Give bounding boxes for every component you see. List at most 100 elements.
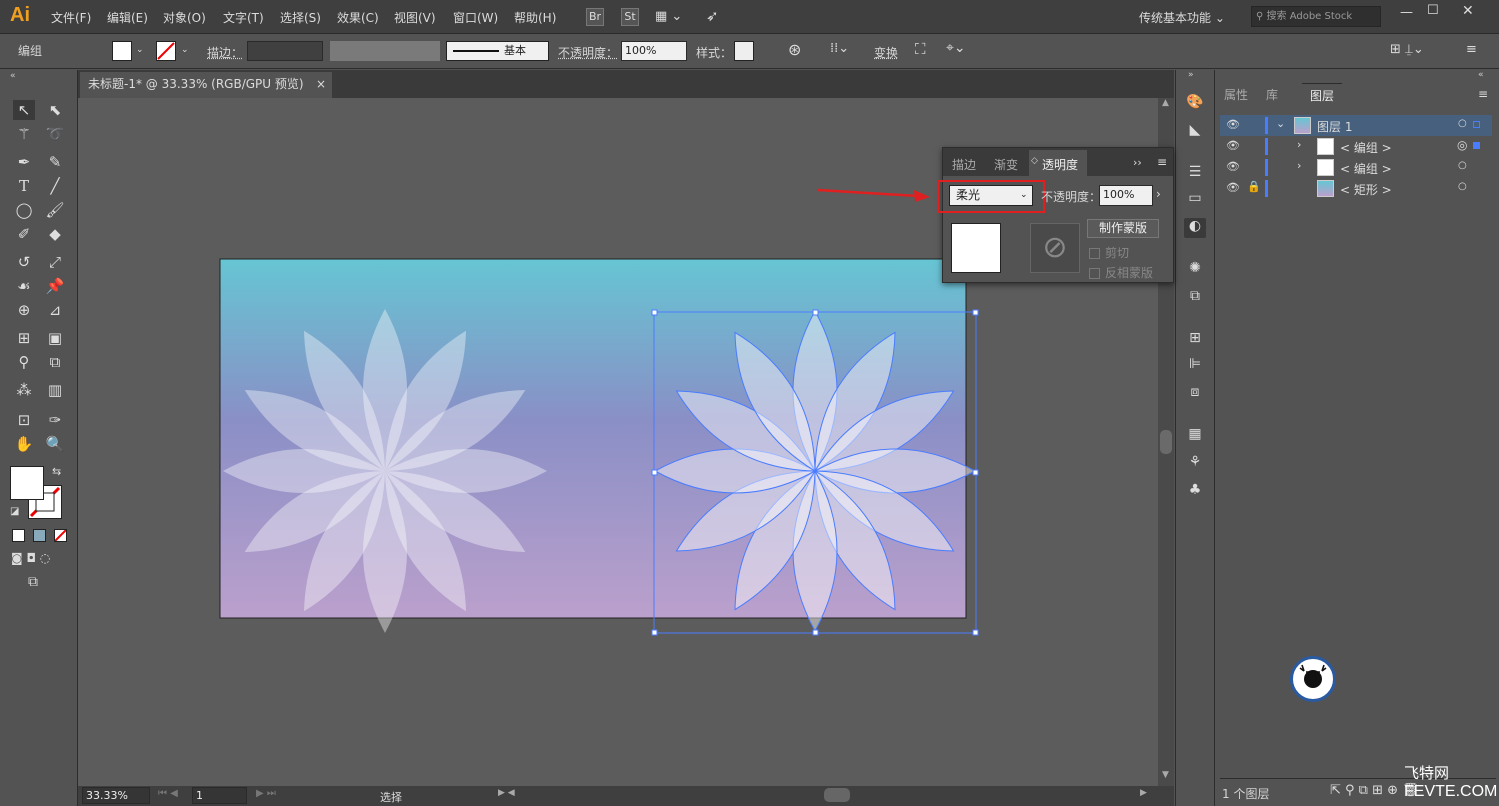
menu-help[interactable]: 帮助(H) — [514, 9, 556, 26]
shaper-tool-icon[interactable]: ✐ — [13, 224, 35, 244]
gradient-panel-icon[interactable]: ▭ — [1184, 190, 1206, 210]
color-guide-panel-icon[interactable]: ◣ — [1184, 122, 1206, 142]
stroke-swatch[interactable] — [156, 41, 176, 61]
selection-indicator[interactable] — [1473, 121, 1480, 128]
menu-edit[interactable]: 编辑(E) — [107, 9, 148, 26]
close-document-icon[interactable]: × — [316, 72, 326, 96]
pen-tool-icon[interactable]: ✒ — [13, 152, 35, 172]
curvature-tool-icon[interactable]: ✎ — [44, 152, 66, 172]
fill-dropdown-icon[interactable]: ⌄ — [136, 45, 144, 55]
expand-chevron-icon[interactable]: › — [1297, 159, 1301, 172]
column-graph-tool-icon[interactable]: ▥ — [44, 380, 66, 400]
stroke-dropdown-icon[interactable]: ⌄ — [181, 45, 189, 55]
layer-row-layer1[interactable]: 👁 ⌄ 图层 1 ○ — [1220, 115, 1492, 136]
menu-select[interactable]: 选择(S) — [280, 9, 321, 26]
clip-checkbox[interactable]: 剪切 — [1089, 244, 1129, 261]
hand-tool-icon[interactable]: ✋ — [13, 434, 35, 454]
vertical-scroll-thumb[interactable] — [1160, 430, 1172, 454]
first-artboard-icon[interactable]: ⏮ ◀ — [158, 788, 178, 799]
visibility-eye-icon[interactable]: 👁 — [1226, 181, 1240, 194]
swap-colors-icon[interactable]: ⇆ — [52, 465, 61, 478]
pathfinder-panel-icon[interactable]: ⧈ — [1184, 384, 1206, 404]
draw-mode-icons[interactable]: ◙ ◘ ◌ — [11, 551, 71, 569]
artboard-tool-icon[interactable]: ⊡ — [13, 410, 35, 430]
warp-tool-icon[interactable]: ☙ — [13, 276, 35, 296]
mesh-tool-icon[interactable]: ⊞ — [13, 328, 35, 348]
visibility-eye-icon[interactable]: 👁 — [1226, 160, 1240, 173]
recolor-artwork-icon[interactable]: ⊛ — [788, 40, 801, 59]
lasso-tool-icon[interactable]: ➰ — [44, 124, 66, 144]
shape-builder-tool-icon[interactable]: ⊕ — [13, 300, 35, 320]
perspective-grid-tool-icon[interactable]: ⊿ — [44, 300, 66, 320]
visibility-eye-icon[interactable]: 👁 — [1226, 139, 1240, 152]
appearance-panel-icon[interactable]: ✺ — [1184, 260, 1206, 280]
transform-panel-icon[interactable]: ⊞ — [1184, 330, 1206, 350]
type-tool-icon[interactable]: T — [13, 176, 35, 196]
status-menu-icon[interactable]: ▶ ◀ — [498, 788, 515, 798]
brushes-panel-icon[interactable]: ⚘ — [1184, 454, 1206, 474]
direct-selection-tool-icon[interactable]: ⬉ — [44, 100, 66, 120]
stroke-panel-icon[interactable]: ☰ — [1184, 164, 1206, 184]
opacity-input[interactable]: 100% — [621, 41, 687, 61]
expand-chevron-icon[interactable]: ⌄ — [1276, 117, 1285, 130]
stroke-weight-input[interactable] — [247, 41, 323, 61]
panel-collapse-icon[interactable]: ›› — [1133, 156, 1142, 169]
color-mode-icon[interactable] — [12, 529, 25, 542]
blend-tool-icon[interactable]: ⧉ — [44, 352, 66, 372]
object-thumbnail[interactable] — [951, 223, 1001, 273]
layer-row-group1[interactable]: 👁 › < 编组 > ◎ — [1220, 136, 1492, 157]
workspace-switcher[interactable]: 传统基本功能 ⌄ — [1139, 9, 1225, 26]
ellipse-tool-icon[interactable]: ◯ — [13, 200, 35, 220]
make-mask-button[interactable]: 制作蒙版 — [1087, 219, 1159, 238]
invert-mask-checkbox[interactable]: 反相蒙版 — [1089, 264, 1153, 281]
control-menu-icon[interactable]: ≡ — [1466, 42, 1477, 57]
lock-icon[interactable]: 🔒 — [1247, 180, 1261, 193]
blend-mode-select[interactable]: 柔光 ⌄ — [949, 185, 1033, 206]
collapse-dock-icon[interactable]: « — [1478, 70, 1484, 80]
eyedropper-tool-icon[interactable]: ⚲ — [13, 352, 35, 372]
tab-stroke[interactable]: 描边 — [952, 156, 976, 173]
stock-button[interactable]: St — [621, 8, 639, 26]
align-options-icon[interactable]: ⊞ ⍊⌄ — [1390, 42, 1424, 57]
menu-view[interactable]: 视图(V) — [394, 9, 436, 26]
puppet-warp-tool-icon[interactable]: 📌 — [44, 276, 66, 296]
scroll-up-icon[interactable]: ▲ — [1162, 98, 1169, 108]
align-to-icon[interactable]: ⁞⁞⌄ — [830, 41, 849, 56]
layer-row-rectangle[interactable]: 👁 🔒 < 矩形 > ○ — [1220, 178, 1492, 199]
selection-tool-icon[interactable]: ↖ — [13, 100, 35, 120]
document-tab[interactable]: 未标题-1* @ 33.33% (RGB/GPU 预览) × — [80, 72, 332, 98]
horizontal-scroll-thumb[interactable] — [824, 788, 850, 802]
target-icon[interactable]: ◎ — [1457, 138, 1467, 152]
bridge-button[interactable]: Br — [586, 8, 604, 26]
scroll-down-icon[interactable]: ▼ — [1162, 770, 1169, 780]
isolate-icon[interactable]: ⛶ — [915, 40, 926, 58]
zoom-field[interactable]: 33.33% — [82, 787, 150, 804]
transform-link[interactable]: 变换 — [874, 44, 898, 61]
scroll-right-icon[interactable]: ▶ — [1140, 788, 1147, 798]
transparency-opacity-input[interactable]: 100% — [1099, 185, 1153, 206]
opacity-label[interactable]: 不透明度： — [558, 44, 618, 61]
mask-placeholder-icon[interactable]: ⊘ — [1030, 223, 1080, 273]
menu-file[interactable]: 文件(F) — [51, 9, 91, 26]
stock-search-input[interactable]: ⚲ 搜索 Adobe Stock — [1251, 6, 1381, 27]
fill-swatch[interactable] — [112, 41, 132, 61]
expand-panels-icon[interactable]: » — [1188, 70, 1194, 80]
graphic-style-swatch[interactable] — [734, 41, 754, 61]
puppet-warp-icon[interactable]: ⌖⌄ — [946, 40, 966, 56]
layers-menu-icon[interactable]: ≡ — [1478, 87, 1488, 101]
last-artboard-icon[interactable]: ▶ ⏭ — [256, 788, 276, 799]
menu-type[interactable]: 文字(T) — [223, 9, 264, 26]
tab-layers[interactable]: 图层 — [1302, 83, 1343, 109]
target-icon[interactable]: ○ — [1458, 118, 1467, 129]
align-panel-icon[interactable]: ⊫ — [1184, 356, 1206, 376]
tab-gradient[interactable]: 渐变 — [994, 156, 1018, 173]
gradient-tool-icon[interactable]: ▣ — [44, 328, 66, 348]
swatches-panel-icon[interactable]: ▦ — [1184, 426, 1206, 446]
slice-tool-icon[interactable]: ✑ — [44, 410, 66, 430]
layer-name[interactable]: < 矩形 > — [1340, 181, 1392, 198]
line-tool-icon[interactable]: ╱ — [44, 176, 66, 196]
tab-transparency[interactable]: ◇ 透明度 — [1029, 150, 1087, 176]
scale-tool-icon[interactable]: ⤢ — [44, 252, 66, 272]
layer-name[interactable]: < 编组 > — [1340, 139, 1392, 156]
none-mode-icon[interactable] — [54, 529, 67, 542]
